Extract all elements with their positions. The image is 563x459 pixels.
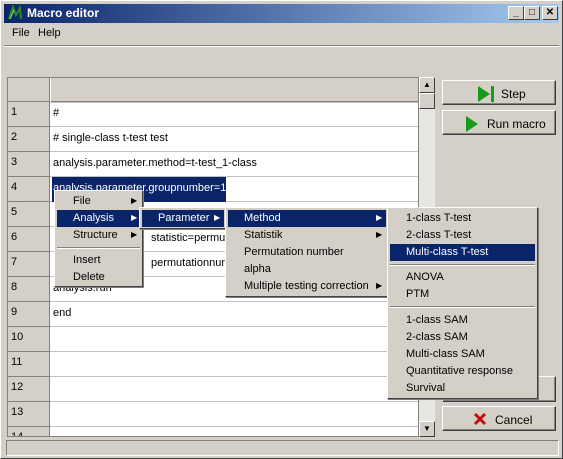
macro-editor-window: Macro editor _ □ ✕ File Help 1 #2 # single…	[0, 0, 563, 459]
step-button[interactable]: Step	[442, 80, 556, 105]
table-row[interactable]: 14	[8, 427, 418, 436]
table-row[interactable]: 3 analysis.parameter.method=t-test_1-clas…	[8, 152, 418, 177]
title-bar[interactable]: Macro editor _ □ ✕	[4, 4, 559, 23]
method-separator-2	[390, 306, 535, 308]
table-row[interactable]: 13	[8, 402, 418, 427]
scroll-up-button[interactable]: ▲	[419, 77, 435, 93]
sub-multiple-testing[interactable]: Multiple testing correction ▶	[228, 278, 386, 295]
macro-cell[interactable]: analysis.parameter.method=t-test_1-class	[52, 152, 257, 177]
play-icon	[466, 116, 478, 132]
row-number[interactable]: 9	[8, 302, 50, 327]
table-row[interactable]: 9 end	[8, 302, 418, 327]
sub-parameter[interactable]: Parameter ▶	[142, 210, 224, 227]
table-row[interactable]: 1 #	[8, 102, 418, 127]
run-macro-button[interactable]: Run macro	[442, 110, 556, 135]
analysis-submenu: Parameter ▶	[139, 207, 227, 229]
row-number[interactable]: 11	[8, 352, 50, 377]
cancel-label: Cancel	[495, 413, 533, 427]
row-number[interactable]: 13	[8, 402, 50, 427]
row-number[interactable]: 14	[8, 427, 50, 436]
table-row[interactable]: 10	[8, 327, 418, 352]
ctx-separator	[57, 247, 140, 249]
cancel-icon	[473, 412, 487, 426]
macro-cell[interactable]	[52, 427, 53, 436]
ctx-structure[interactable]: Structure ▶	[57, 227, 140, 244]
row-number[interactable]: 1	[8, 102, 50, 127]
row-number[interactable]: 6	[8, 227, 50, 252]
macro-cell[interactable]	[52, 202, 53, 227]
run-macro-label: Run macro	[487, 117, 546, 131]
method-separator-1	[390, 264, 535, 266]
method-multi-class-sam[interactable]: Multi-class SAM	[390, 346, 535, 363]
scroll-thumb[interactable]	[419, 93, 435, 109]
row-number[interactable]: 8	[8, 277, 50, 302]
ctx-delete[interactable]: Delete	[57, 269, 140, 286]
method-anova[interactable]: ANOVA	[390, 269, 535, 286]
ctx-insert[interactable]: Insert	[57, 252, 140, 269]
corner-header	[8, 78, 50, 102]
grid-header	[8, 78, 418, 103]
sub-permutation-number[interactable]: Permutation number	[228, 244, 386, 261]
method-2-class-sam[interactable]: 2-class SAM	[390, 329, 535, 346]
method-multi-class-t-test[interactable]: Multi-class T-test	[390, 244, 535, 261]
menu-help[interactable]: Help	[38, 27, 61, 39]
ctx-analysis[interactable]: Analysis ▶	[57, 210, 140, 227]
table-row[interactable]: 2 # single-class t-test test	[8, 127, 418, 152]
column-header	[51, 78, 418, 102]
minimize-button[interactable]: _	[508, 6, 524, 20]
step-icon	[478, 86, 494, 102]
macro-cell[interactable]: #	[52, 102, 59, 127]
close-button[interactable]: ✕	[542, 6, 558, 20]
parameter-submenu: Method ▶ Statistik ▶ Permutation number al…	[225, 207, 389, 297]
method-2-class-t-test[interactable]: 2-class T-test	[390, 227, 535, 244]
row-number[interactable]: 4	[8, 177, 50, 202]
table-row[interactable]: 11	[8, 352, 418, 377]
sub-method[interactable]: Method ▶	[228, 210, 386, 227]
method-submenu: 1-class T-test 2-class T-test Multi-clas…	[387, 207, 538, 399]
menu-bar: File Help	[4, 25, 559, 43]
menu-separator	[4, 45, 559, 47]
method-1-class-t-test[interactable]: 1-class T-test	[390, 210, 535, 227]
scroll-down-button[interactable]: ▼	[419, 421, 435, 437]
ctx-file[interactable]: File ▶	[57, 193, 140, 210]
row-number[interactable]: 12	[8, 377, 50, 402]
table-row[interactable]: 12	[8, 377, 418, 402]
app-icon	[8, 5, 22, 20]
menu-file[interactable]: File	[12, 27, 30, 39]
macro-cell[interactable]: # single-class t-test test	[52, 127, 168, 152]
step-label: Step	[501, 87, 526, 101]
macro-cell[interactable]	[52, 352, 53, 377]
macro-cell[interactable]: end	[52, 302, 71, 327]
macro-cell[interactable]	[52, 402, 53, 427]
maximize-button[interactable]: □	[524, 6, 540, 20]
toolbar-area	[6, 55, 559, 75]
cancel-button[interactable]: Cancel	[442, 406, 556, 431]
window-title: Macro editor	[27, 6, 100, 20]
method-ptm[interactable]: PTM	[390, 286, 535, 303]
status-bar	[6, 440, 559, 456]
method-quantitative-response[interactable]: Quantitative response	[390, 363, 535, 380]
method-1-class-sam[interactable]: 1-class SAM	[390, 312, 535, 329]
macro-cell[interactable]	[52, 327, 53, 352]
row-number[interactable]: 7	[8, 252, 50, 277]
row-number[interactable]: 10	[8, 327, 50, 352]
context-menu: File ▶ Analysis ▶ Structure ▶ Insert Delete	[54, 190, 143, 287]
sub-alpha[interactable]: alpha	[228, 261, 386, 278]
row-number[interactable]: 3	[8, 152, 50, 177]
row-number[interactable]: 2	[8, 127, 50, 152]
sub-statistik[interactable]: Statistik ▶	[228, 227, 386, 244]
row-number[interactable]: 5	[8, 202, 50, 227]
macro-cell[interactable]	[52, 377, 53, 402]
method-survival[interactable]: Survival	[390, 380, 535, 397]
